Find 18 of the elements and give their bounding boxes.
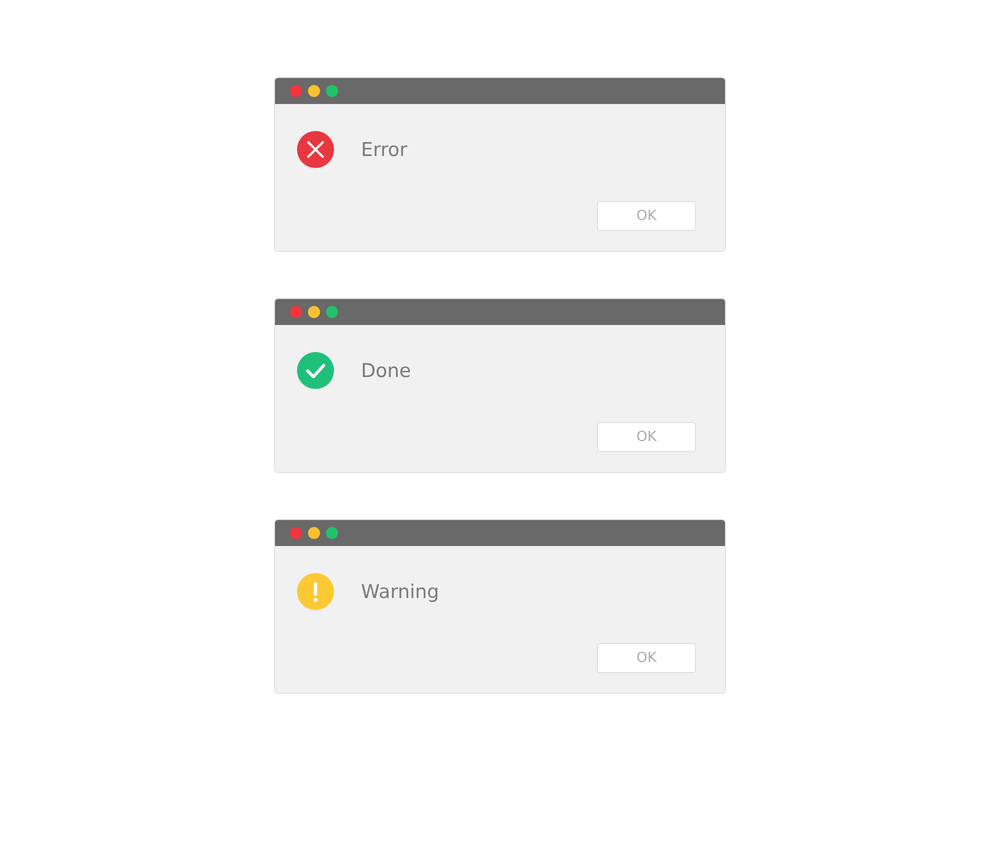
zoom-button[interactable] [326, 84, 338, 96]
ok-button[interactable]: OK [597, 422, 696, 452]
error-icon [297, 131, 334, 168]
ok-button[interactable]: OK [597, 643, 696, 673]
dialog-message: Done [361, 360, 411, 382]
close-button[interactable] [290, 526, 302, 538]
close-button[interactable] [290, 84, 302, 96]
zoom-button[interactable] [326, 526, 338, 538]
minimize-button[interactable] [308, 84, 320, 96]
minimize-button[interactable] [308, 306, 320, 318]
dialog-message: Error [361, 138, 408, 160]
ok-button[interactable]: OK [597, 201, 696, 231]
close-button[interactable] [290, 306, 302, 318]
warning-icon [297, 573, 334, 610]
check-icon [297, 352, 334, 389]
zoom-button[interactable] [326, 306, 338, 318]
dialog-message: Warning [361, 580, 440, 602]
minimize-button[interactable] [308, 526, 320, 538]
